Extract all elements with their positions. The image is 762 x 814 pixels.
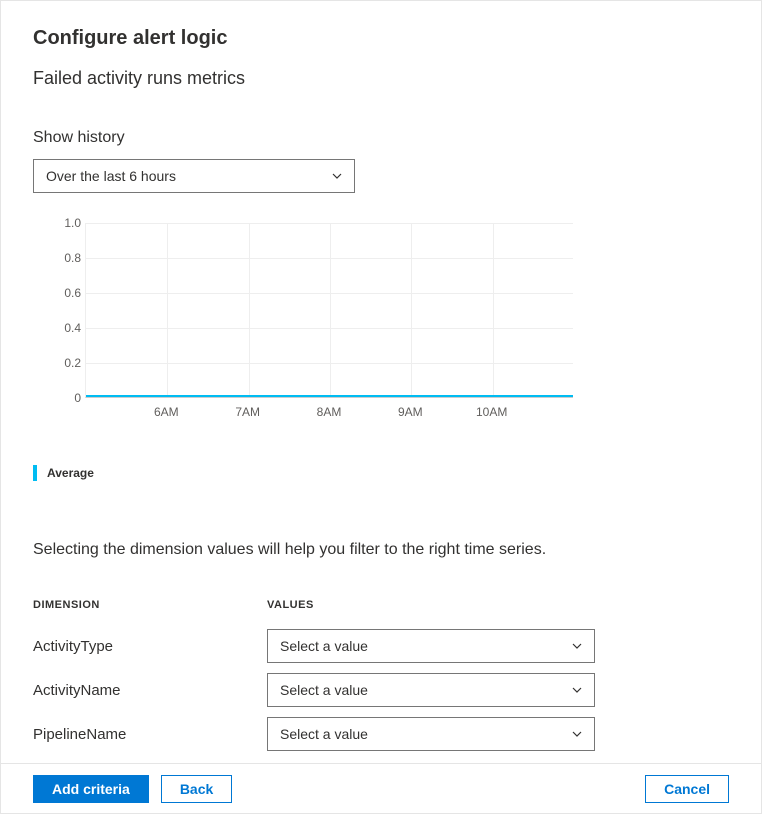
dimension-value-placeholder: Select a value [280,726,368,742]
x-tick-label: 10AM [476,405,507,419]
history-select[interactable]: Over the last 6 hours [33,159,355,193]
chevron-down-icon [570,727,584,741]
y-tick-label: 0.2 [64,356,81,370]
back-button[interactable]: Back [161,775,232,803]
y-tick-label: 0.4 [64,321,81,335]
dimension-name: ActivityName [33,682,267,699]
footer-bar: Add criteria Back Cancel [1,763,761,813]
history-chart: 00.20.40.60.81.06AM7AM8AM9AM10AM [33,223,573,423]
add-criteria-button[interactable]: Add criteria [33,775,149,803]
dimension-value-placeholder: Select a value [280,638,368,654]
y-tick-label: 0.6 [64,286,81,300]
dimension-value-select[interactable]: Select a value [267,673,595,707]
dimension-name: ActivityType [33,638,267,655]
legend-color-bar [33,465,37,481]
dimension-header: DIMENSION [33,599,267,611]
values-header: VALUES [267,599,595,611]
dimension-row: ActivityName Select a value [33,673,595,707]
dimension-name: PipelineName [33,726,267,743]
y-tick-label: 0 [74,391,81,405]
x-tick-label: 7AM [235,405,260,419]
dimension-value-placeholder: Select a value [280,682,368,698]
chevron-down-icon [570,683,584,697]
x-tick-label: 8AM [317,405,342,419]
x-tick-label: 9AM [398,405,423,419]
legend-label: Average [47,466,94,480]
cancel-button[interactable]: Cancel [645,775,729,803]
history-select-value: Over the last 6 hours [46,168,176,184]
chevron-down-icon [330,169,344,183]
chart-series-line [86,395,573,397]
y-tick-label: 0.8 [64,251,81,265]
page-subtitle: Failed activity runs metrics [33,68,729,89]
dimension-value-select[interactable]: Select a value [267,717,595,751]
x-tick-label: 6AM [154,405,179,419]
chart-legend: Average [33,465,729,481]
y-tick-label: 1.0 [64,216,81,230]
dimension-value-select[interactable]: Select a value [267,629,595,663]
dimensions-help-text: Selecting the dimension values will help… [33,541,729,559]
chevron-down-icon [570,639,584,653]
dimension-row: ActivityType Select a value [33,629,595,663]
dimension-row: PipelineName Select a value [33,717,595,751]
history-label: Show history [33,129,729,147]
page-title: Configure alert logic [33,27,729,50]
